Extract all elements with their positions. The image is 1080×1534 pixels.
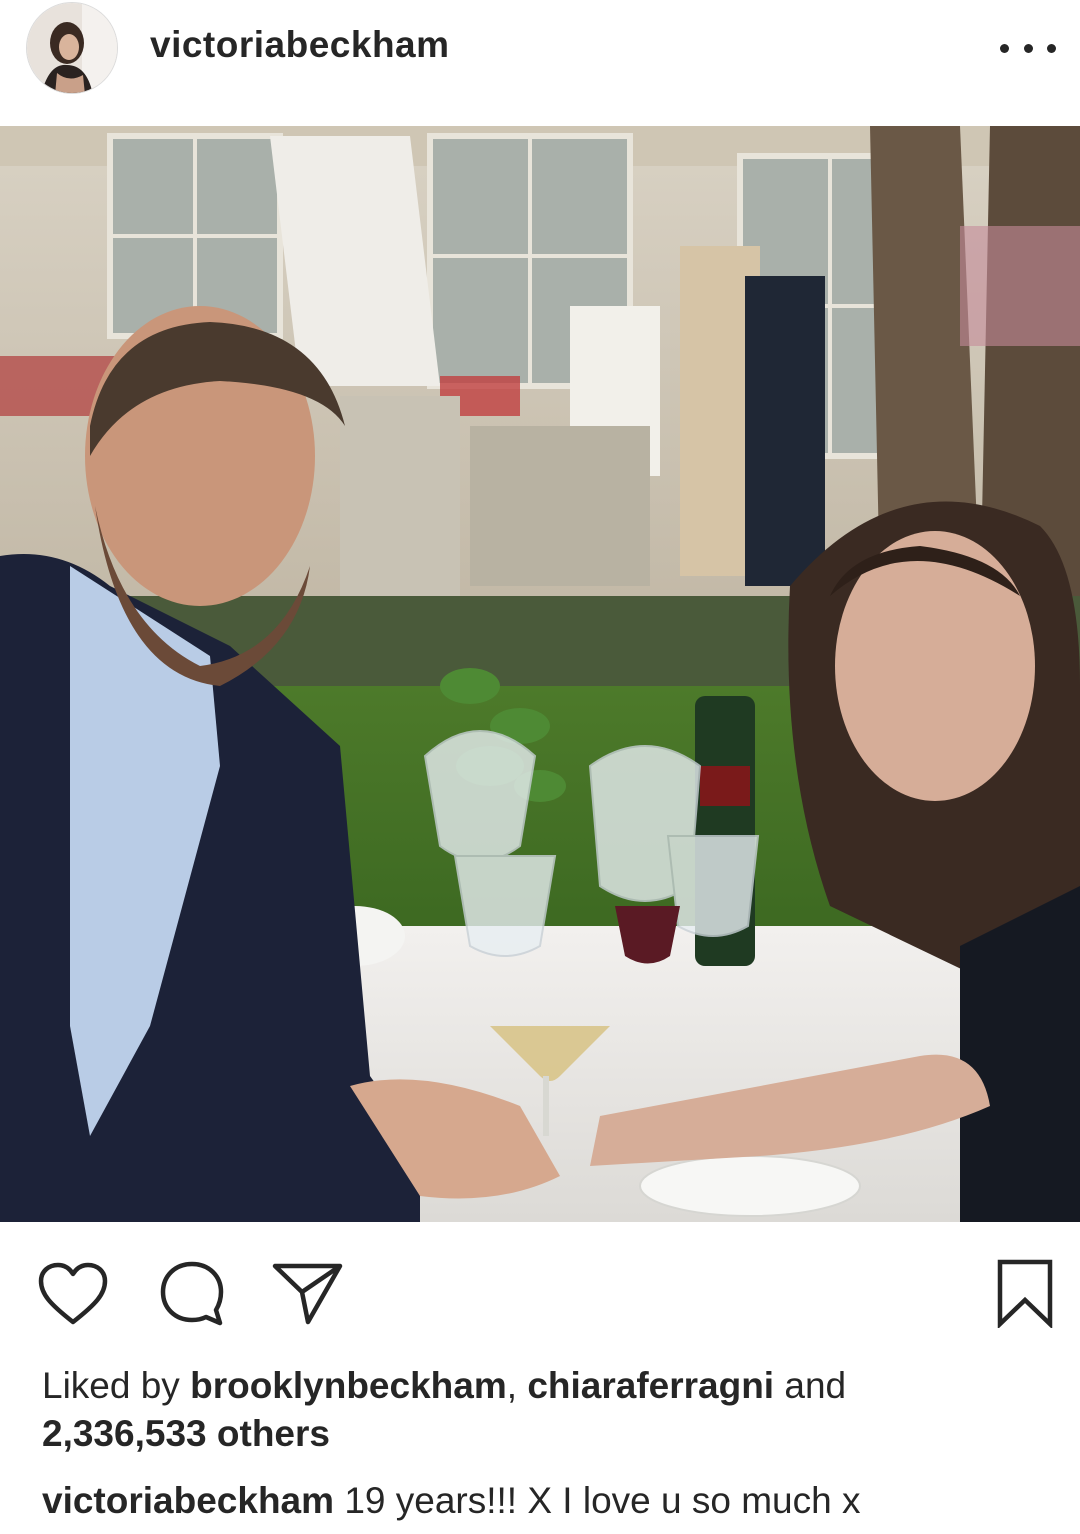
post-username[interactable]: victoriabeckham xyxy=(150,24,450,66)
caption-username[interactable]: victoriabeckham xyxy=(42,1480,334,1521)
post-header: victoriabeckham xyxy=(0,0,1080,126)
avatar-image xyxy=(27,3,117,93)
more-dot xyxy=(1023,43,1033,53)
likes-others[interactable]: others xyxy=(217,1413,330,1454)
avatar[interactable] xyxy=(26,2,118,94)
couple-dining-photo xyxy=(0,126,1080,1222)
caption-text: 19 years!!! X I love u so much x xyxy=(344,1480,861,1521)
post-photo[interactable] xyxy=(0,126,1080,1222)
likes-summary: Liked by brooklynbeckham, chiaraferragni… xyxy=(42,1362,1042,1458)
liked-by-user-chiaraferragni[interactable]: chiaraferragni xyxy=(527,1365,774,1406)
instagram-post: victoriabeckham Liked by brooklynbeckham… xyxy=(0,0,1080,1534)
post-caption: victoriabeckham 19 years!!! X I love u s… xyxy=(42,1476,1062,1526)
bookmark-icon[interactable] xyxy=(996,1258,1054,1333)
comment-icon[interactable] xyxy=(158,1260,226,1333)
heart-icon[interactable] xyxy=(38,1262,108,1333)
action-bar xyxy=(0,1222,1080,1352)
likes-and: and xyxy=(784,1365,847,1406)
likes-prefix: Liked by xyxy=(42,1365,180,1406)
more-options-button[interactable] xyxy=(1000,28,1056,68)
likes-separator: , xyxy=(506,1365,518,1406)
more-horizontal-icon xyxy=(1000,43,1009,53)
send-icon[interactable] xyxy=(272,1262,344,1331)
likes-count[interactable]: 2,336,533 xyxy=(42,1413,207,1454)
liked-by-user-brooklynbeckham[interactable]: brooklynbeckham xyxy=(190,1365,507,1406)
more-dot xyxy=(1047,43,1056,53)
